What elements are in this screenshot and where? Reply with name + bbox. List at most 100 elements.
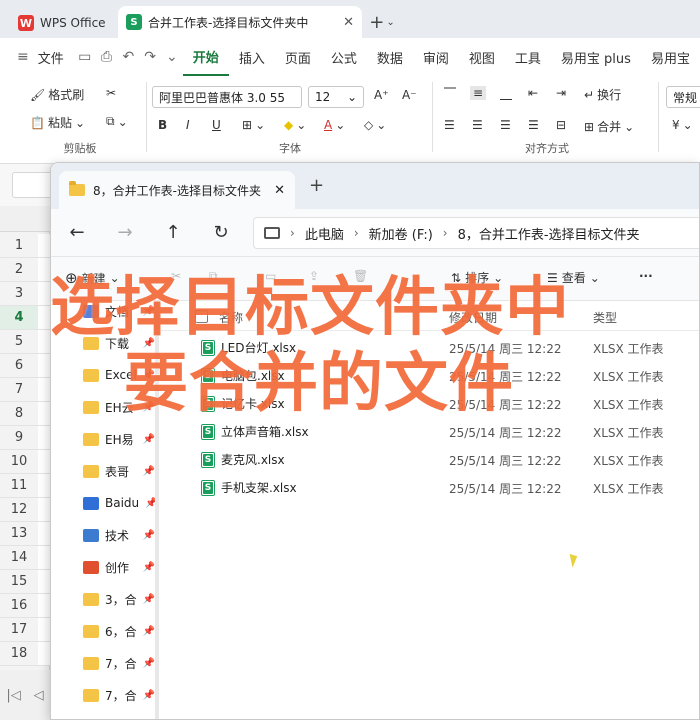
- breadcrumb-this-pc[interactable]: 此电脑: [305, 224, 344, 243]
- cell[interactable]: [38, 426, 50, 450]
- sidebar-item[interactable]: 7，合 📌: [83, 651, 155, 675]
- close-icon[interactable]: ✕: [274, 183, 285, 198]
- row-header[interactable]: 13: [0, 522, 38, 546]
- column-date[interactable]: 修改日期: [449, 309, 497, 326]
- align-bottom-button[interactable]: ⎽: [500, 86, 512, 101]
- cell[interactable]: [38, 474, 50, 498]
- cell[interactable]: [38, 522, 50, 546]
- menu-yiyongbao[interactable]: 易用宝: [641, 38, 700, 76]
- row-header[interactable]: 3: [0, 282, 38, 306]
- quick-access-more-icon[interactable]: ⌄: [161, 49, 183, 65]
- row-header[interactable]: 4: [0, 306, 50, 330]
- row-header[interactable]: 12: [0, 498, 38, 522]
- sidebar-item[interactable]: 文档 📌: [83, 299, 155, 323]
- delete-icon[interactable]: 🗑: [353, 269, 368, 283]
- file-row[interactable]: 手机支架.xlsx 25/5/14 周三 12:22 XLSX 工作表: [161, 473, 699, 501]
- copy-icon[interactable]: ⧉: [209, 269, 218, 284]
- cell[interactable]: [38, 570, 50, 594]
- save-icon[interactable]: ▭: [74, 49, 96, 65]
- new-tab-button[interactable]: + ⌄: [362, 6, 402, 38]
- sort-button[interactable]: ⇅ 排序 ⌄: [451, 269, 503, 286]
- cell[interactable]: [38, 618, 50, 642]
- font-color-button[interactable]: A ⌄: [324, 118, 345, 132]
- copy-button[interactable]: ⧉ ⌄: [106, 114, 128, 129]
- select-all-checkbox[interactable]: [195, 310, 208, 323]
- row-header[interactable]: 15: [0, 570, 38, 594]
- menu-review[interactable]: 审阅: [413, 38, 459, 76]
- file-row[interactable]: 记忆卡.xlsx 25/5/14 周三 12:22 XLSX 工作表: [161, 389, 699, 417]
- merge-button[interactable]: ⊞ 合并 ⌄: [584, 118, 634, 135]
- rename-icon[interactable]: ▭: [265, 269, 276, 283]
- cell[interactable]: [38, 282, 50, 306]
- cell[interactable]: [38, 306, 50, 330]
- document-tab[interactable]: S 合并工作表-选择目标文件夹中 ✕: [118, 6, 362, 38]
- number-format-select[interactable]: 常规: [666, 86, 700, 108]
- row-header[interactable]: 18: [0, 642, 38, 666]
- file-row[interactable]: 立体声音箱.xlsx 25/5/14 周三 12:22 XLSX 工作表: [161, 417, 699, 445]
- align-right-button[interactable]: ☰: [500, 118, 511, 132]
- decrease-font-button[interactable]: A⁻: [402, 88, 417, 102]
- sidebar-item[interactable]: 3，合 📌: [83, 587, 155, 611]
- border-button[interactable]: ⊞ ⌄: [242, 118, 265, 132]
- menu-insert[interactable]: 插入: [229, 38, 275, 76]
- up-arrow-icon[interactable]: ↑: [161, 221, 185, 245]
- row-header[interactable]: 14: [0, 546, 38, 570]
- prev-sheet-icon[interactable]: ◁: [34, 688, 44, 703]
- sidebar-item[interactable]: 6，合 📌: [83, 619, 155, 643]
- close-icon[interactable]: ✕: [343, 15, 354, 30]
- cell[interactable]: [38, 234, 50, 258]
- view-button[interactable]: ☰ 查看 ⌄: [547, 269, 600, 286]
- sidebar-item[interactable]: 下载 📌: [83, 331, 155, 355]
- back-arrow-icon[interactable]: ←: [65, 221, 89, 245]
- cell[interactable]: [38, 450, 50, 474]
- underline-button[interactable]: U: [212, 118, 221, 132]
- align-top-button[interactable]: ⎺: [444, 86, 456, 101]
- row-header[interactable]: 5: [0, 330, 38, 354]
- sidebar-item[interactable]: EH易 📌: [83, 427, 155, 451]
- file-row[interactable]: LED台灯.xlsx 25/5/14 周三 12:22 XLSX 工作表: [161, 333, 699, 361]
- clear-button[interactable]: ◇ ⌄: [364, 118, 386, 132]
- cell[interactable]: [38, 258, 50, 282]
- column-name[interactable]: 名称: [219, 309, 243, 326]
- sidebar-item[interactable]: Baidu 📌: [83, 491, 155, 515]
- wrap-text-button[interactable]: ↵ 换行: [584, 86, 621, 103]
- menu-data[interactable]: 数据: [367, 38, 413, 76]
- file-row[interactable]: 电脑包.xlsx 25/5/14 周三 12:22 XLSX 工作表: [161, 361, 699, 389]
- breadcrumb-drive[interactable]: 新加卷 (F:): [369, 224, 433, 243]
- menu-home[interactable]: 开始: [182, 38, 229, 76]
- currency-button[interactable]: ¥ ⌄: [672, 118, 693, 132]
- hamburger-icon[interactable]: ≡: [12, 49, 34, 65]
- row-header[interactable]: 7: [0, 378, 38, 402]
- row-header[interactable]: 8: [0, 402, 38, 426]
- address-bar[interactable]: › 此电脑 › 新加卷 (F:) › 8，合并工作表-选择目标文件夹: [253, 217, 699, 249]
- cell[interactable]: [38, 330, 50, 354]
- file-row[interactable]: 麦克风.xlsx 25/5/14 周三 12:22 XLSX 工作表: [161, 445, 699, 473]
- column-type[interactable]: 类型: [593, 309, 617, 326]
- row-header[interactable]: 9: [0, 426, 38, 450]
- print-preview-icon[interactable]: ⎙: [96, 49, 118, 65]
- menu-page[interactable]: 页面: [275, 38, 321, 76]
- redo-icon[interactable]: ↷: [139, 49, 161, 65]
- menu-file[interactable]: 文件: [34, 38, 74, 76]
- row-header[interactable]: 1: [0, 234, 38, 258]
- font-name-select[interactable]: 阿里巴巴普惠体 3.0 55: [152, 86, 302, 108]
- increase-indent-button[interactable]: ⇥: [556, 86, 566, 100]
- cell[interactable]: [38, 402, 50, 426]
- menu-formula[interactable]: 公式: [321, 38, 367, 76]
- sidebar-item[interactable]: 表哥 📌: [83, 459, 155, 483]
- row-header[interactable]: 16: [0, 594, 38, 618]
- cut-button[interactable]: ✂: [106, 86, 116, 100]
- wps-home-tab[interactable]: W WPS Office: [8, 8, 118, 38]
- new-explorer-tab-button[interactable]: +: [309, 175, 324, 196]
- decrease-indent-button[interactable]: ⇤: [528, 86, 538, 100]
- italic-button[interactable]: I: [186, 118, 190, 132]
- distributed-button[interactable]: ⊟: [556, 118, 566, 132]
- first-sheet-icon[interactable]: |◁: [6, 688, 20, 703]
- cell[interactable]: [38, 378, 50, 402]
- sidebar-item[interactable]: 7，合 📌: [83, 683, 155, 707]
- cell[interactable]: [38, 546, 50, 570]
- bold-button[interactable]: B: [158, 118, 167, 132]
- cell[interactable]: [38, 354, 50, 378]
- align-middle-button[interactable]: ≡: [470, 86, 487, 100]
- refresh-icon[interactable]: ↻: [209, 221, 233, 245]
